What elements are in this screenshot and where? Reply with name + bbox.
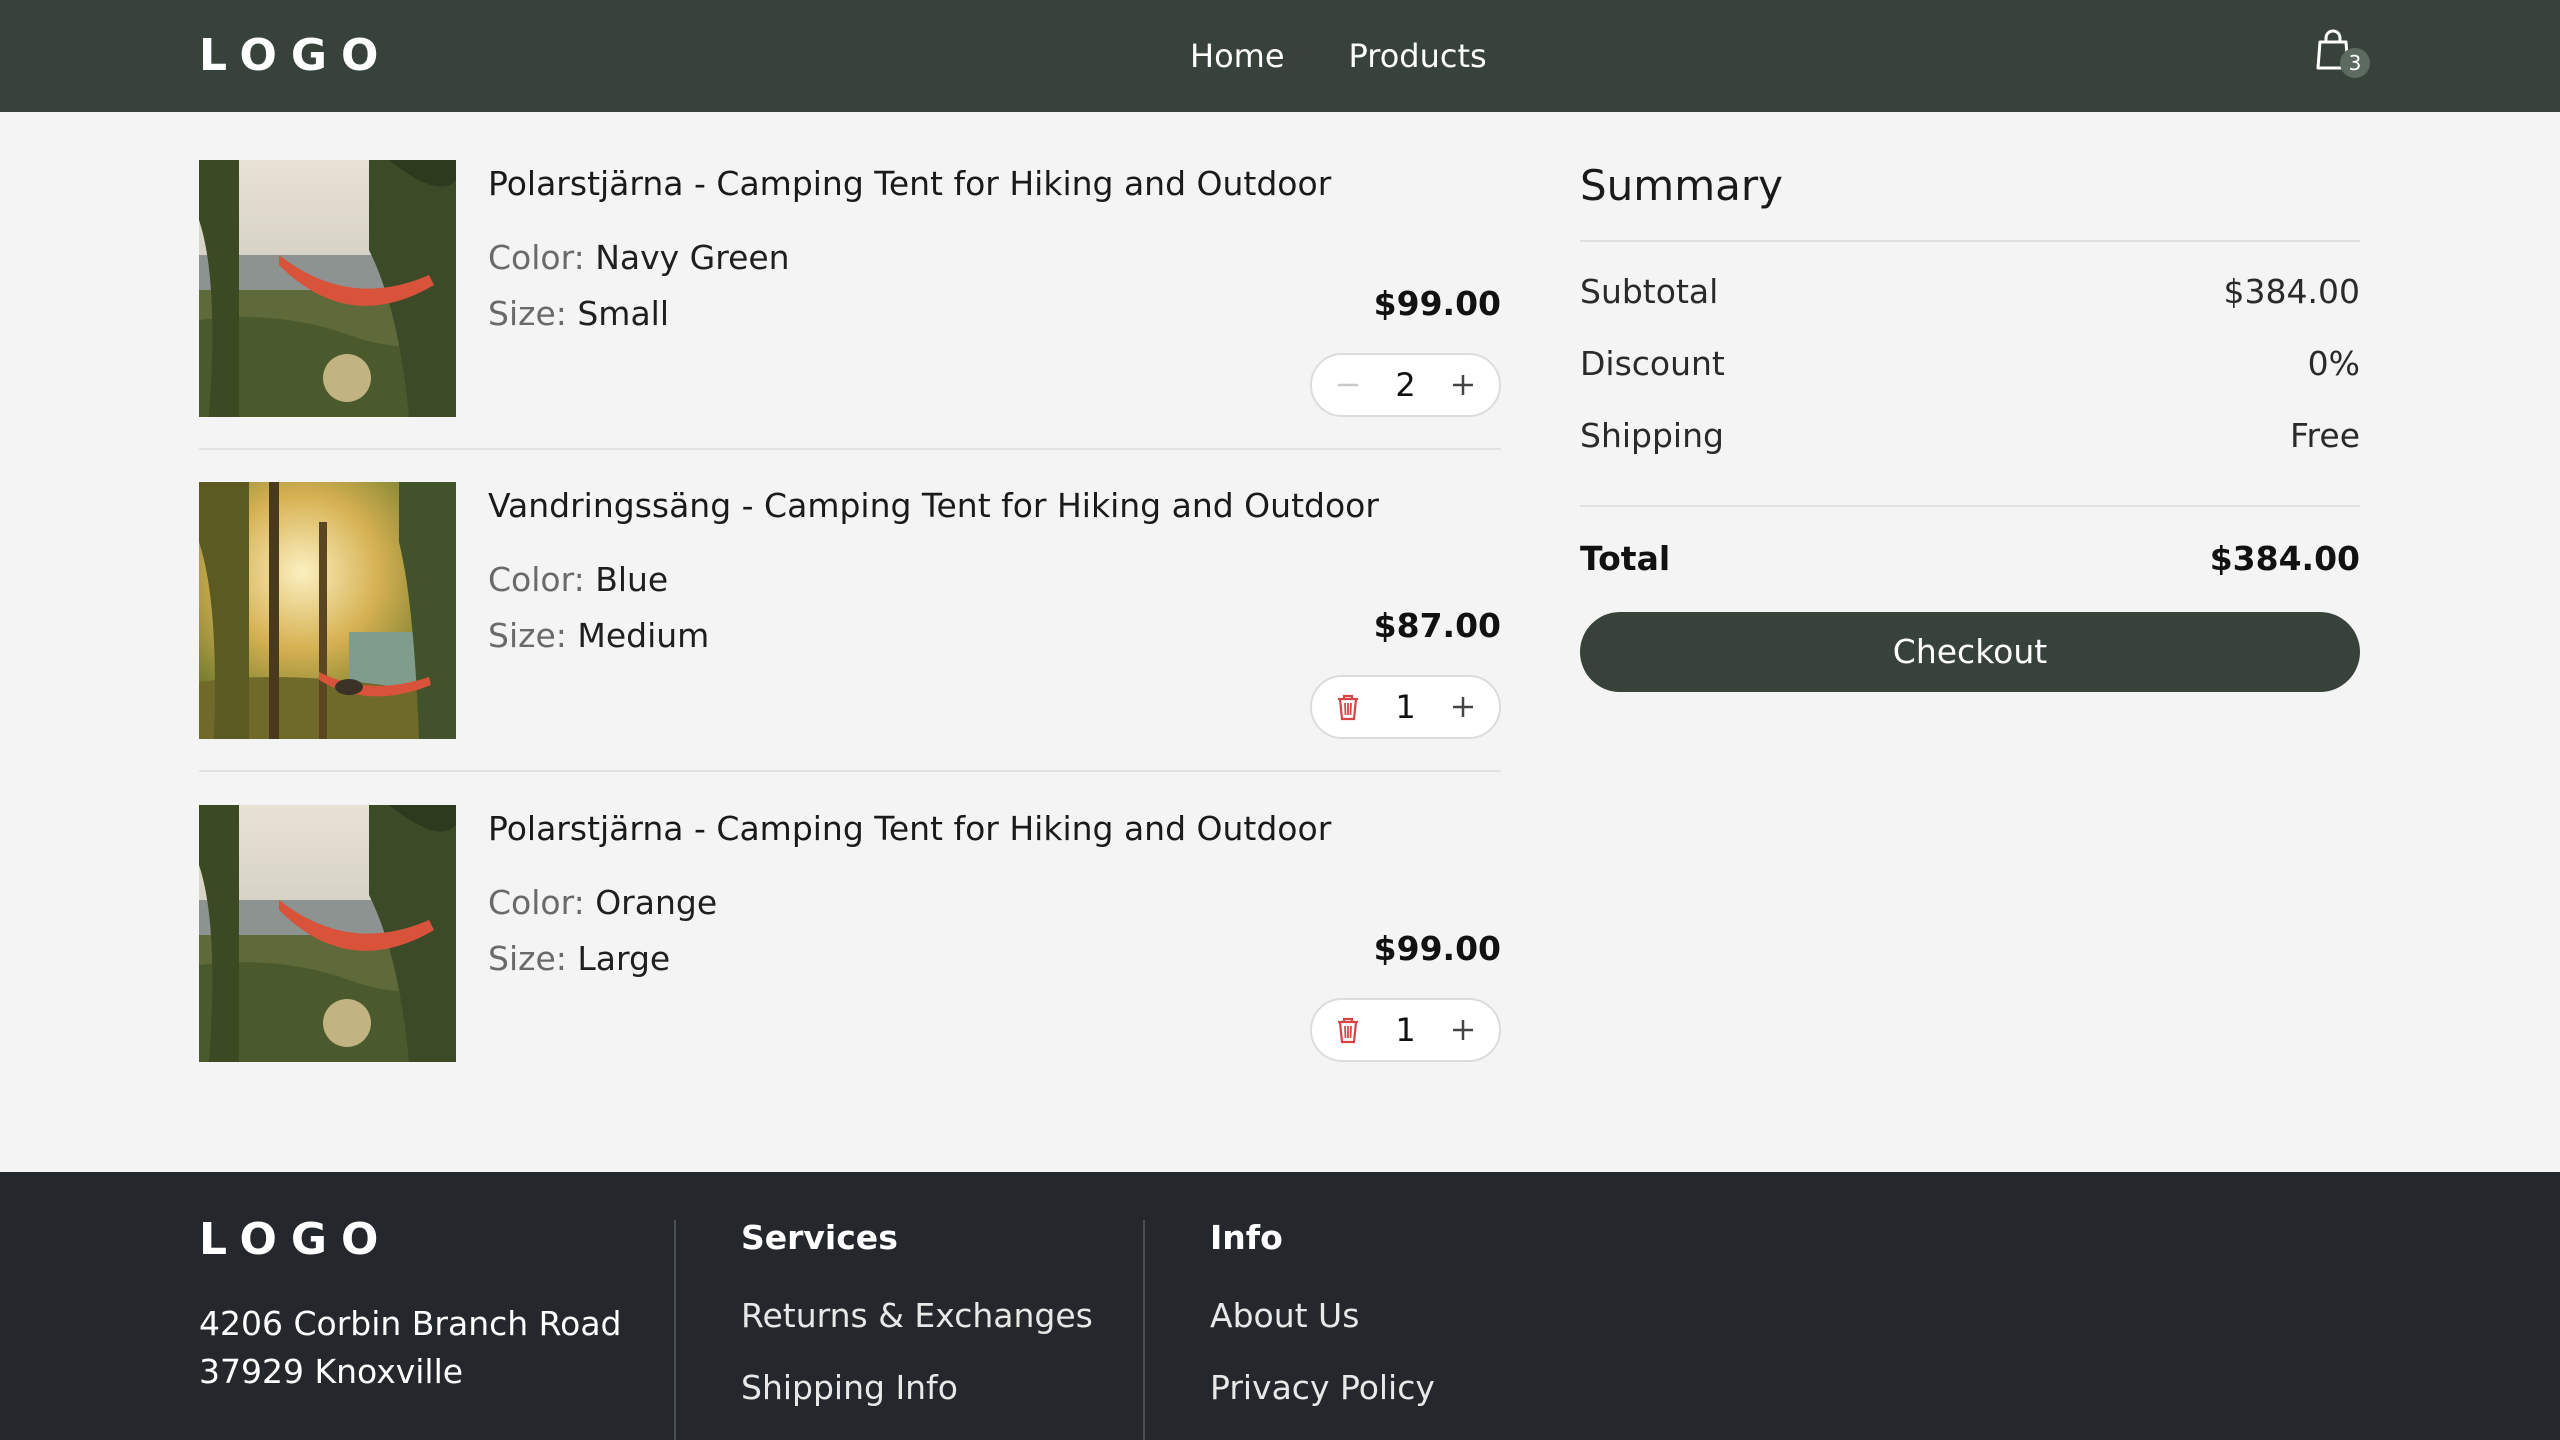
trash-icon xyxy=(1338,694,1358,721)
size-value: Medium xyxy=(577,616,710,655)
footer-divider xyxy=(674,1220,676,1440)
item-divider xyxy=(199,770,1501,772)
discount-value: 0% xyxy=(2307,344,2360,383)
product-price: $99.00 xyxy=(1373,929,1501,968)
product-image[interactable] xyxy=(199,482,456,739)
footer-logo[interactable]: LOGO xyxy=(199,1214,392,1266)
site-footer: LOGO 4206 Corbin Branch Road 37929 Knoxv… xyxy=(0,1172,2560,1440)
footer-link-privacy-policy[interactable]: Privacy Policy xyxy=(1210,1364,1435,1412)
product-image[interactable] xyxy=(199,805,456,1062)
plus-icon xyxy=(1453,697,1473,717)
quantity-value: 1 xyxy=(1395,688,1416,726)
footer-link-about-us[interactable]: About Us xyxy=(1210,1292,1359,1340)
shipping-label: Shipping xyxy=(1580,416,1724,455)
size-label: Size: xyxy=(488,616,567,655)
footer-divider xyxy=(1143,1220,1145,1440)
total-value: $384.00 xyxy=(2209,539,2360,578)
color-label: Color: xyxy=(488,560,585,599)
product-color: Color: Navy Green xyxy=(488,236,790,280)
remove-item-button[interactable] xyxy=(1320,677,1376,737)
discount-label: Discount xyxy=(1580,344,1725,383)
increase-quantity-button[interactable] xyxy=(1435,1000,1491,1060)
address-line-2: 37929 Knoxville xyxy=(199,1352,464,1391)
color-value: Navy Green xyxy=(595,238,790,277)
quantity-stepper: 2 xyxy=(1310,353,1501,417)
product-price: $99.00 xyxy=(1373,284,1501,323)
summary-title: Summary xyxy=(1580,161,1783,210)
color-value: Orange xyxy=(595,883,718,922)
summary-divider xyxy=(1580,505,2360,507)
footer-link-returns[interactable]: Returns & Exchanges xyxy=(741,1292,1093,1340)
remove-item-button[interactable] xyxy=(1320,1000,1376,1060)
plus-icon xyxy=(1453,1020,1473,1040)
summary-divider xyxy=(1580,240,2360,242)
summary-row-subtotal: Subtotal $384.00 xyxy=(1580,268,2360,316)
size-value: Small xyxy=(577,294,670,333)
subtotal-label: Subtotal xyxy=(1580,272,1719,311)
size-label: Size: xyxy=(488,939,567,978)
quantity-value: 2 xyxy=(1395,366,1416,404)
product-image[interactable] xyxy=(199,160,456,417)
header-logo[interactable]: LOGO xyxy=(199,30,392,82)
checkout-button[interactable]: Checkout xyxy=(1580,612,2360,692)
cart-button[interactable]: 3 xyxy=(2314,28,2370,84)
minus-icon xyxy=(1338,383,1358,387)
size-label: Size: xyxy=(488,294,567,333)
size-value: Large xyxy=(577,939,671,978)
product-size: Size: Large xyxy=(488,937,670,981)
decrease-quantity-button[interactable] xyxy=(1320,355,1376,415)
cart-item: Polarstjärna - Camping Tent for Hiking a… xyxy=(199,805,1501,1127)
trash-icon xyxy=(1338,1017,1358,1044)
product-color: Color: Orange xyxy=(488,881,717,925)
cart-item: Vandringssäng - Camping Tent for Hiking … xyxy=(199,482,1501,804)
product-title[interactable]: Vandringssäng - Camping Tent for Hiking … xyxy=(488,484,1379,528)
product-size: Size: Medium xyxy=(488,614,709,658)
product-color: Color: Blue xyxy=(488,558,668,602)
color-label: Color: xyxy=(488,883,585,922)
cart-item: Polarstjärna - Camping Tent for Hiking a… xyxy=(199,160,1501,482)
nav-home-link[interactable]: Home xyxy=(1190,34,1285,78)
increase-quantity-button[interactable] xyxy=(1435,355,1491,415)
color-value: Blue xyxy=(595,560,669,599)
item-divider xyxy=(199,448,1501,450)
summary-row-discount: Discount 0% xyxy=(1580,340,2360,388)
plus-icon xyxy=(1453,375,1473,395)
address-line-1: 4206 Corbin Branch Road xyxy=(199,1304,622,1343)
product-title[interactable]: Polarstjärna - Camping Tent for Hiking a… xyxy=(488,162,1331,206)
subtotal-value: $384.00 xyxy=(2223,272,2360,311)
site-header: LOGO Home Products 3 xyxy=(0,0,2560,112)
color-label: Color: xyxy=(488,238,585,277)
footer-info-title: Info xyxy=(1210,1218,1283,1257)
nav-products-link[interactable]: Products xyxy=(1349,34,1487,78)
quantity-stepper: 1 xyxy=(1310,998,1501,1062)
total-label: Total xyxy=(1580,539,1671,578)
product-size: Size: Small xyxy=(488,292,669,336)
main-nav: Home Products xyxy=(1190,34,1487,78)
shipping-value: Free xyxy=(2289,416,2360,455)
summary-row-shipping: Shipping Free xyxy=(1580,412,2360,460)
summary-row-total: Total $384.00 xyxy=(1580,534,2360,584)
increase-quantity-button[interactable] xyxy=(1435,677,1491,737)
footer-address: 4206 Corbin Branch Road 37929 Knoxville xyxy=(199,1300,622,1396)
product-price: $87.00 xyxy=(1373,606,1501,645)
footer-link-shipping-info[interactable]: Shipping Info xyxy=(741,1364,958,1412)
product-title[interactable]: Polarstjärna - Camping Tent for Hiking a… xyxy=(488,807,1331,851)
footer-services-title: Services xyxy=(741,1218,898,1257)
cart-count-badge: 3 xyxy=(2340,48,2370,78)
quantity-stepper: 1 xyxy=(1310,675,1501,739)
quantity-value: 1 xyxy=(1395,1011,1416,1049)
